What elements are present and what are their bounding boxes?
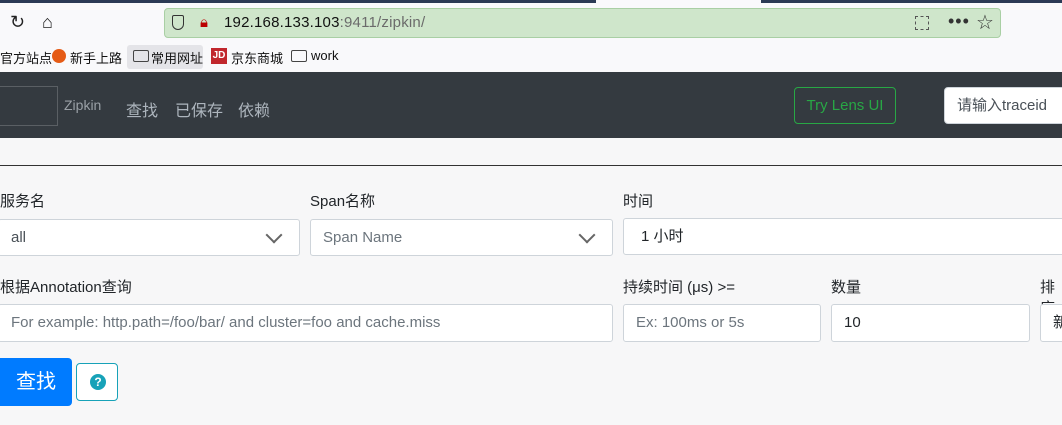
zipkin-navbar: [0, 72, 1062, 138]
traceid-input[interactable]: 请输入traceid: [944, 87, 1062, 124]
limit-input[interactable]: 10: [831, 304, 1030, 342]
service-select[interactable]: all: [0, 219, 300, 256]
time-label: 时间: [623, 193, 654, 210]
service-label: 服务名: [0, 193, 46, 210]
search-button[interactable]: 查找: [0, 358, 72, 406]
url-text: 192.168.133.103:9411/zipkin/: [224, 14, 426, 31]
zipkin-logo[interactable]: [0, 86, 58, 126]
home-icon[interactable]: ⌂: [42, 13, 53, 31]
bookmark-work[interactable]: work: [311, 48, 338, 63]
nav-dependencies[interactable]: 依赖: [238, 97, 270, 121]
span-name-select[interactable]: Span Name: [310, 219, 613, 256]
duration-input[interactable]: Ex: 100ms or 5s: [623, 304, 821, 342]
help-button[interactable]: ?: [76, 363, 118, 401]
try-lens-button[interactable]: Try Lens UI: [794, 87, 896, 124]
question-icon: ?: [90, 374, 106, 390]
folder-icon: [133, 50, 149, 62]
firefox-icon: [52, 49, 66, 63]
bookmark-jd[interactable]: 京东商城: [231, 48, 283, 67]
more-actions-icon[interactable]: •••: [948, 11, 970, 32]
duration-label: 持续时间 (μs) >=: [623, 279, 735, 296]
tab-strip: [0, 0, 1062, 3]
bookmark-newbie[interactable]: 新手上路: [70, 48, 122, 67]
bookmark-official[interactable]: 官方站点: [0, 48, 52, 67]
brand-name: Zipkin: [64, 97, 102, 113]
annotation-label: 根据Annotation查询: [0, 279, 132, 296]
nav-saved[interactable]: 已保存: [175, 97, 223, 121]
span-label: Span名称: [310, 193, 376, 210]
active-tab[interactable]: [596, 0, 761, 3]
sort-select[interactable]: 新: [1040, 304, 1062, 342]
reload-icon[interactable]: ↻: [10, 13, 25, 31]
insecure-lock-icon[interactable]: 🔒︎: [200, 14, 208, 31]
time-select[interactable]: 1 小时: [623, 218, 1062, 255]
annotation-input[interactable]: For example: http.path=/foo/bar/ and clu…: [0, 304, 613, 342]
jd-icon: JD: [211, 48, 227, 64]
shield-icon: [172, 15, 184, 30]
bookmark-common[interactable]: 常用网址: [151, 48, 203, 67]
limit-label: 数量: [831, 279, 862, 296]
star-bookmark-icon[interactable]: ☆: [976, 10, 994, 35]
qr-code-icon[interactable]: [915, 16, 929, 30]
folder-icon: [291, 50, 307, 62]
divider: [0, 165, 1062, 166]
nav-find[interactable]: 查找: [126, 97, 158, 121]
